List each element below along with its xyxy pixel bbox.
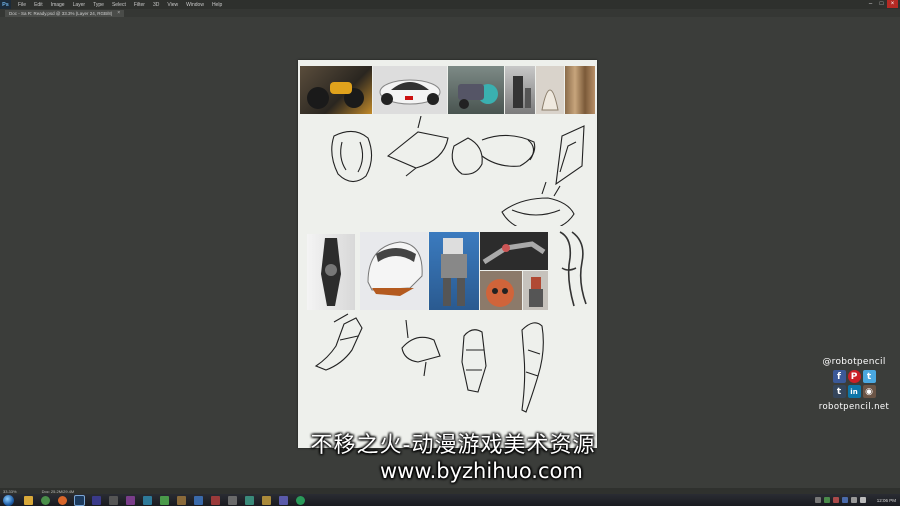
linkedin-icon[interactable]: in xyxy=(847,385,861,398)
app-icon[interactable] xyxy=(296,495,305,505)
menu-window[interactable]: Window xyxy=(186,2,204,8)
media-icon[interactable] xyxy=(92,495,101,505)
menu-bar: Ps File Edit Image Layer Type Select Fil… xyxy=(0,0,900,9)
menu-file[interactable]: File xyxy=(18,2,26,8)
taskbar: 12:06 PM xyxy=(0,494,900,506)
reference-photo-robot-small xyxy=(523,271,548,310)
taskbar-clock[interactable]: 12:06 PM xyxy=(877,498,896,503)
social-icons: f P t t in ◉ xyxy=(810,370,898,398)
watermark-url: www.byzhihuo.com xyxy=(380,459,583,483)
brand-website: robotpencil.net xyxy=(818,402,890,412)
app-icon[interactable] xyxy=(126,495,135,505)
app-icon[interactable] xyxy=(160,495,169,505)
network-icon[interactable] xyxy=(850,497,857,503)
firefox-icon[interactable] xyxy=(58,495,67,505)
app-icon[interactable] xyxy=(143,495,152,505)
reference-photo-robot-vehicle xyxy=(448,66,504,114)
reference-photo-helmet xyxy=(360,232,428,310)
app-icon[interactable] xyxy=(228,495,237,505)
tumblr-icon[interactable]: t xyxy=(832,385,846,398)
document-canvas[interactable] xyxy=(298,60,597,448)
start-button-icon[interactable] xyxy=(3,494,14,506)
robotpencil-branding: @robotpencil f P t t in ◉ robotpencil.ne… xyxy=(810,357,898,412)
menu-help[interactable]: Help xyxy=(212,2,222,8)
volume-icon[interactable] xyxy=(859,497,866,503)
document-size: Doc: 25.2M/29.4M xyxy=(41,488,75,494)
reference-photo-machinery xyxy=(505,66,535,114)
chrome-icon[interactable] xyxy=(41,495,50,505)
app-icon[interactable] xyxy=(177,495,186,505)
facebook-icon[interactable]: f xyxy=(832,370,846,383)
menu-view[interactable]: View xyxy=(167,2,178,8)
menu-edit[interactable]: Edit xyxy=(34,2,43,8)
app-icon[interactable] xyxy=(194,495,203,505)
system-tray: 12:06 PM xyxy=(814,494,896,506)
zoom-level[interactable]: 33.33% xyxy=(3,489,17,494)
reference-photo-robot-head xyxy=(480,271,522,310)
reference-photo-concept-car xyxy=(373,66,447,114)
app-icon[interactable] xyxy=(211,495,220,505)
window-controls: – □ × xyxy=(865,0,898,9)
reference-photo-robot-figure xyxy=(429,232,479,310)
photoshop-logo: Ps xyxy=(0,0,11,9)
tab-close-icon[interactable]: × xyxy=(117,10,120,17)
menu-filter[interactable]: Filter xyxy=(134,2,145,8)
reference-photo-robot-leg xyxy=(307,234,355,310)
sketch-mech-limbs-bottom xyxy=(314,313,544,413)
twitter-icon[interactable]: t xyxy=(862,370,876,383)
app-icon[interactable] xyxy=(262,495,271,505)
tray-icon[interactable] xyxy=(814,497,821,503)
reference-photo-motorcycle xyxy=(300,66,372,114)
reference-photo-wood-panels xyxy=(565,66,595,114)
pinterest-icon[interactable]: P xyxy=(847,370,861,383)
tray-icon[interactable] xyxy=(841,497,848,503)
app-icon[interactable] xyxy=(279,495,288,505)
instagram-icon[interactable]: ◉ xyxy=(862,385,876,398)
reference-photo-sculpture xyxy=(536,66,564,114)
sketch-armor-studies-top xyxy=(331,116,585,226)
document-tab-bar: Doc - Sa R: Ready.psd @ 33.3% (Layer 24,… xyxy=(0,9,900,17)
minimize-icon[interactable]: – xyxy=(865,0,876,8)
app-icon[interactable] xyxy=(245,495,254,505)
watermark-chinese-text: 不移之火-动漫游戏美术资源 xyxy=(310,433,596,458)
photoshop-icon[interactable] xyxy=(74,494,85,506)
brand-handle: @robotpencil xyxy=(822,357,886,367)
close-icon[interactable]: × xyxy=(887,0,898,8)
tray-icon[interactable] xyxy=(832,497,839,503)
document-tab-label: Doc - Sa R: Ready.psd @ 33.3% (Layer 24,… xyxy=(9,11,113,16)
explorer-icon[interactable] xyxy=(24,495,33,505)
tray-icon[interactable] xyxy=(823,497,830,503)
menu-type[interactable]: Type xyxy=(93,2,104,8)
menu-layer[interactable]: Layer xyxy=(73,2,86,8)
reference-photo-robot-arm xyxy=(480,232,548,270)
menu-image[interactable]: Image xyxy=(51,2,65,8)
menu-select[interactable]: Select xyxy=(112,2,126,8)
document-tab[interactable]: Doc - Sa R: Ready.psd @ 33.3% (Layer 24,… xyxy=(5,10,125,17)
maximize-icon[interactable]: □ xyxy=(876,0,887,8)
sketch-mech-legs xyxy=(559,231,587,307)
app-icon[interactable] xyxy=(109,495,118,505)
menu-3d[interactable]: 3D xyxy=(153,2,159,8)
